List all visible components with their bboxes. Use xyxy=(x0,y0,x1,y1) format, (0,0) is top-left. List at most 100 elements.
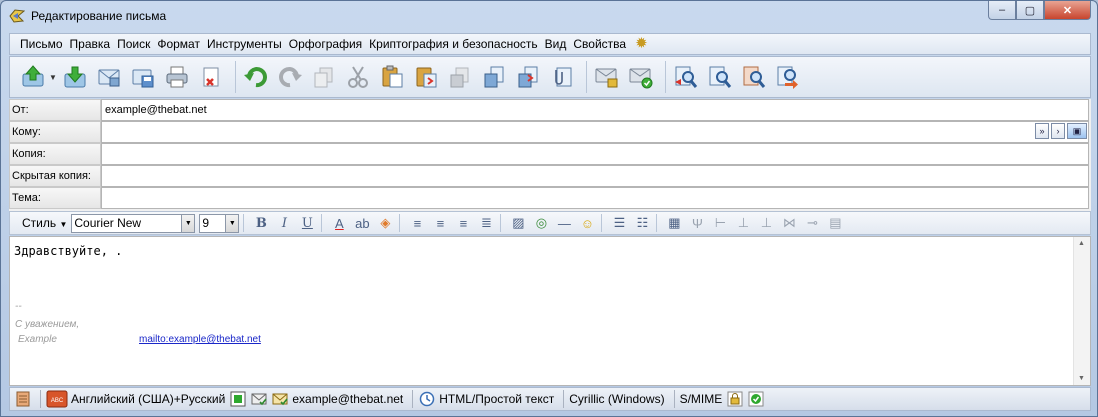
send-dropdown-icon[interactable]: ▼ xyxy=(49,73,57,82)
toolbar-separator xyxy=(235,61,236,93)
scroll-up-icon[interactable]: ▲ xyxy=(1078,240,1085,247)
vertical-scrollbar[interactable]: ▲ ▼ xyxy=(1073,237,1090,385)
send-icon[interactable] xyxy=(18,62,48,92)
fill-icon[interactable]: ◈ xyxy=(375,213,395,233)
underline-icon[interactable]: U xyxy=(297,213,317,233)
font-size-select[interactable]: 9 ▼ xyxy=(199,213,240,233)
text-color-icon[interactable]: A xyxy=(329,213,349,233)
expand-right-icon[interactable]: › xyxy=(1051,123,1065,139)
numbered-list-icon[interactable]: ☷ xyxy=(632,213,652,233)
encoding[interactable]: Cyrillic (Windows) xyxy=(569,392,664,406)
lock-icon[interactable] xyxy=(726,390,744,408)
gear-icon[interactable]: ✹ xyxy=(635,36,651,52)
from-field[interactable]: example@thebat.net xyxy=(101,99,1089,121)
find-prev-icon[interactable] xyxy=(671,62,701,92)
align-right-icon[interactable]: ≡ xyxy=(453,213,473,233)
green-square-icon[interactable] xyxy=(229,390,247,408)
table-col-icon[interactable]: ⊥ xyxy=(756,213,776,233)
smiley-icon[interactable]: ☺ xyxy=(577,213,597,233)
spellcheck-icon[interactable]: ABC xyxy=(46,390,68,408)
sign-mail-icon[interactable] xyxy=(626,62,656,92)
copy3-icon[interactable] xyxy=(479,62,509,92)
insert-link-icon[interactable]: ◎ xyxy=(531,213,551,233)
menu-properties[interactable]: Свойства xyxy=(573,37,626,51)
to-field[interactable] xyxy=(101,121,1089,143)
find-icon[interactable] xyxy=(705,62,735,92)
minimize-button[interactable]: ‒ xyxy=(988,1,1016,20)
menu-bar: Письмо Правка Поиск Формат Инструменты О… xyxy=(9,33,1091,55)
table-props-icon[interactable]: ▤ xyxy=(825,213,845,233)
bullet-list-icon[interactable]: ☰ xyxy=(609,213,629,233)
bcc-row: Скрытая копия: xyxy=(9,165,1091,187)
align-center-icon[interactable]: ≡ xyxy=(430,213,450,233)
table-split-icon[interactable]: Ψ xyxy=(687,213,707,233)
scroll-down-icon[interactable]: ▼ xyxy=(1078,375,1085,382)
queue-icon[interactable] xyxy=(94,62,124,92)
subject-field[interactable] xyxy=(101,187,1089,209)
menu-view[interactable]: Вид xyxy=(545,37,567,51)
align-left-icon[interactable]: ≡ xyxy=(407,213,427,233)
table-merge-icon[interactable]: ⋈ xyxy=(779,213,799,233)
menu-spelling[interactable]: Орфография xyxy=(289,37,362,51)
cut-icon[interactable] xyxy=(343,62,373,92)
signed-check-icon[interactable] xyxy=(747,390,765,408)
font-select[interactable]: Courier New ▼ xyxy=(71,213,196,233)
bcc-field[interactable] xyxy=(101,165,1089,187)
save-icon[interactable] xyxy=(128,62,158,92)
receive-icon[interactable] xyxy=(60,62,90,92)
maximize-button[interactable]: ▢ xyxy=(1016,1,1044,20)
menu-edit[interactable]: Правка xyxy=(70,37,111,51)
italic-icon[interactable]: I xyxy=(274,213,294,233)
redo-icon[interactable] xyxy=(275,62,305,92)
attach-icon[interactable] xyxy=(513,62,543,92)
undo-icon[interactable] xyxy=(241,62,271,92)
menu-tools[interactable]: Инструменты xyxy=(207,37,282,51)
insert-image-icon[interactable]: ▨ xyxy=(508,213,528,233)
cc-field[interactable] xyxy=(101,143,1089,165)
align-justify-icon[interactable]: ≣ xyxy=(476,213,496,233)
menu-message[interactable]: Письмо xyxy=(20,37,63,51)
table-row-icon[interactable]: ⊥ xyxy=(733,213,753,233)
menu-search[interactable]: Поиск xyxy=(117,37,150,51)
chevron-down-icon[interactable]: ▼ xyxy=(225,214,239,232)
copy-disabled-icon[interactable] xyxy=(309,62,339,92)
replace-icon[interactable] xyxy=(773,62,803,92)
account-address[interactable]: example@thebat.net xyxy=(292,392,403,406)
bat-app-icon xyxy=(9,9,25,23)
find-next-icon[interactable] xyxy=(739,62,769,92)
clip-icon[interactable] xyxy=(547,62,577,92)
title-bar[interactable]: Редактирование письма ‒ ▢ ✕ xyxy=(1,1,1097,31)
copy2-icon[interactable] xyxy=(445,62,475,92)
expand-down-icon[interactable]: » xyxy=(1035,123,1049,139)
main-toolbar: ▼ xyxy=(9,56,1091,98)
lock-mail-icon[interactable] xyxy=(592,62,622,92)
message-format[interactable]: HTML/Простой текст xyxy=(439,392,554,406)
print-icon[interactable] xyxy=(162,62,192,92)
table-delete-icon[interactable]: ⊸ xyxy=(802,213,822,233)
chevron-down-icon[interactable]: ▼ xyxy=(181,214,195,232)
delete-icon[interactable] xyxy=(196,62,226,92)
paste-quote-icon[interactable] xyxy=(411,62,441,92)
signature-name: Example xyxy=(18,334,57,345)
spell-language[interactable]: Английский (США)+Русский xyxy=(71,392,225,406)
body-text[interactable]: Здравствуйте, . xyxy=(14,244,122,258)
bold-icon[interactable]: B xyxy=(251,213,271,233)
address-book-icon[interactable]: ▣ xyxy=(1067,123,1087,139)
table-insert-icon[interactable]: ⊢ xyxy=(710,213,730,233)
security-mode[interactable]: S/MIME xyxy=(680,392,723,406)
highlight-icon[interactable]: ab xyxy=(352,213,372,233)
table-icon[interactable]: ▦ xyxy=(664,213,684,233)
close-button[interactable]: ✕ xyxy=(1044,1,1091,20)
paste-icon[interactable] xyxy=(377,62,407,92)
style-dropdown[interactable]: Стиль ▼ xyxy=(22,216,67,230)
toolbar-separator xyxy=(399,214,401,232)
menu-format[interactable]: Формат xyxy=(157,37,200,51)
clock-icon[interactable] xyxy=(418,390,436,408)
horizontal-line-icon[interactable]: — xyxy=(554,213,574,233)
message-body-editor[interactable]: Здравствуйте, . -- С уважением, Example … xyxy=(9,236,1091,386)
signature-link[interactable]: mailto:example@thebat.net xyxy=(139,334,261,345)
notes-icon[interactable] xyxy=(14,390,32,408)
mail-check-icon[interactable] xyxy=(250,390,268,408)
mail-attach-icon[interactable] xyxy=(271,390,289,408)
menu-crypto[interactable]: Криптография и безопасность xyxy=(369,37,537,51)
